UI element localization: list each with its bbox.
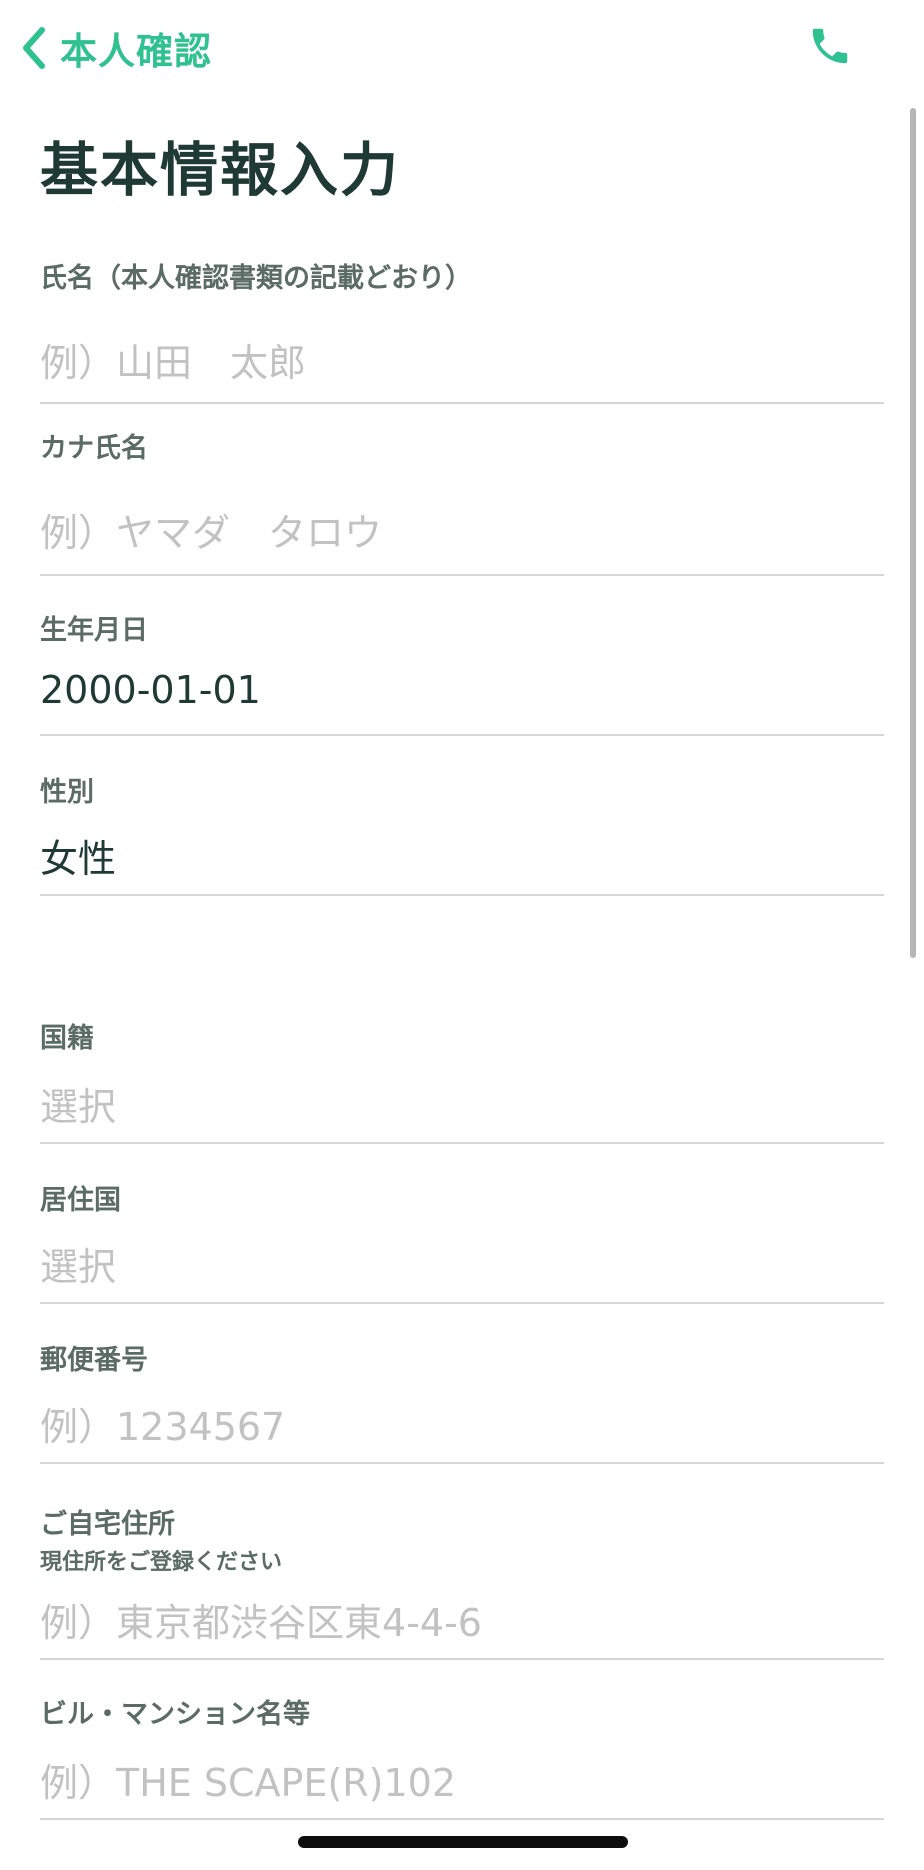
kana-name-field[interactable]: カナ氏名 例）ヤマダ タロウ (40, 402, 884, 576)
phone-button[interactable] (804, 22, 856, 74)
address-input-placeholder[interactable]: 例）東京都渋谷区東4-4-6 (40, 1592, 482, 1647)
home-indicator (298, 1836, 628, 1848)
residence-country-field[interactable]: 居住国 選択 (40, 1142, 884, 1304)
nationality-select-placeholder[interactable]: 選択 (40, 1076, 116, 1131)
residence-country-field-label: 居住国 (40, 1185, 121, 1216)
nationality-field-label: 国籍 (40, 1023, 94, 1054)
nationality-field[interactable]: 国籍 選択 (40, 1000, 884, 1144)
address-field-label: ご自宅住所 (40, 1509, 175, 1540)
name-input-placeholder[interactable]: 例）山田 太郎 (40, 332, 306, 387)
address-field-sublabel: 現住所をご登録ください (40, 1550, 283, 1575)
chevron-left-icon (18, 26, 50, 70)
phone-icon (807, 23, 853, 73)
gender-field-label: 性別 (40, 777, 94, 808)
kana-name-input-placeholder[interactable]: 例）ヤマダ タロウ (40, 502, 382, 557)
building-input-placeholder[interactable]: 例）THE SCAPE(R)102 (40, 1752, 456, 1807)
back-button[interactable]: 本人確認 (18, 22, 212, 74)
navigation-bar: 本人確認 (0, 0, 924, 100)
back-button-label: 本人確認 (60, 30, 212, 73)
gender-field[interactable]: 性別 女性 (40, 734, 884, 896)
postal-code-field-label: 郵便番号 (40, 1345, 148, 1376)
residence-country-select-placeholder[interactable]: 選択 (40, 1236, 116, 1291)
building-field[interactable]: ビル・マンション名等 例）THE SCAPE(R)102 (40, 1658, 884, 1820)
kana-name-field-label: カナ氏名 (40, 433, 148, 464)
birthdate-field-label: 生年月日 (40, 615, 148, 646)
postal-code-input-placeholder[interactable]: 例）1234567 (40, 1396, 285, 1451)
name-field-label: 氏名（本人確認書類の記載どおり） (40, 263, 472, 294)
building-field-label: ビル・マンション名等 (40, 1699, 310, 1730)
address-field[interactable]: ご自宅住所 現住所をご登録ください 例）東京都渋谷区東4-4-6 (40, 1462, 884, 1660)
gender-value[interactable]: 女性 (40, 828, 116, 883)
name-field[interactable]: 氏名（本人確認書類の記載どおり） 例）山田 太郎 (40, 252, 884, 404)
birthdate-field[interactable]: 生年月日 2000-01-01 (40, 574, 884, 736)
birthdate-value[interactable]: 2000-01-01 (40, 668, 261, 712)
postal-code-field[interactable]: 郵便番号 例）1234567 (40, 1302, 884, 1464)
page-title: 基本情報入力 (40, 136, 401, 204)
scrollbar[interactable] (910, 108, 916, 958)
